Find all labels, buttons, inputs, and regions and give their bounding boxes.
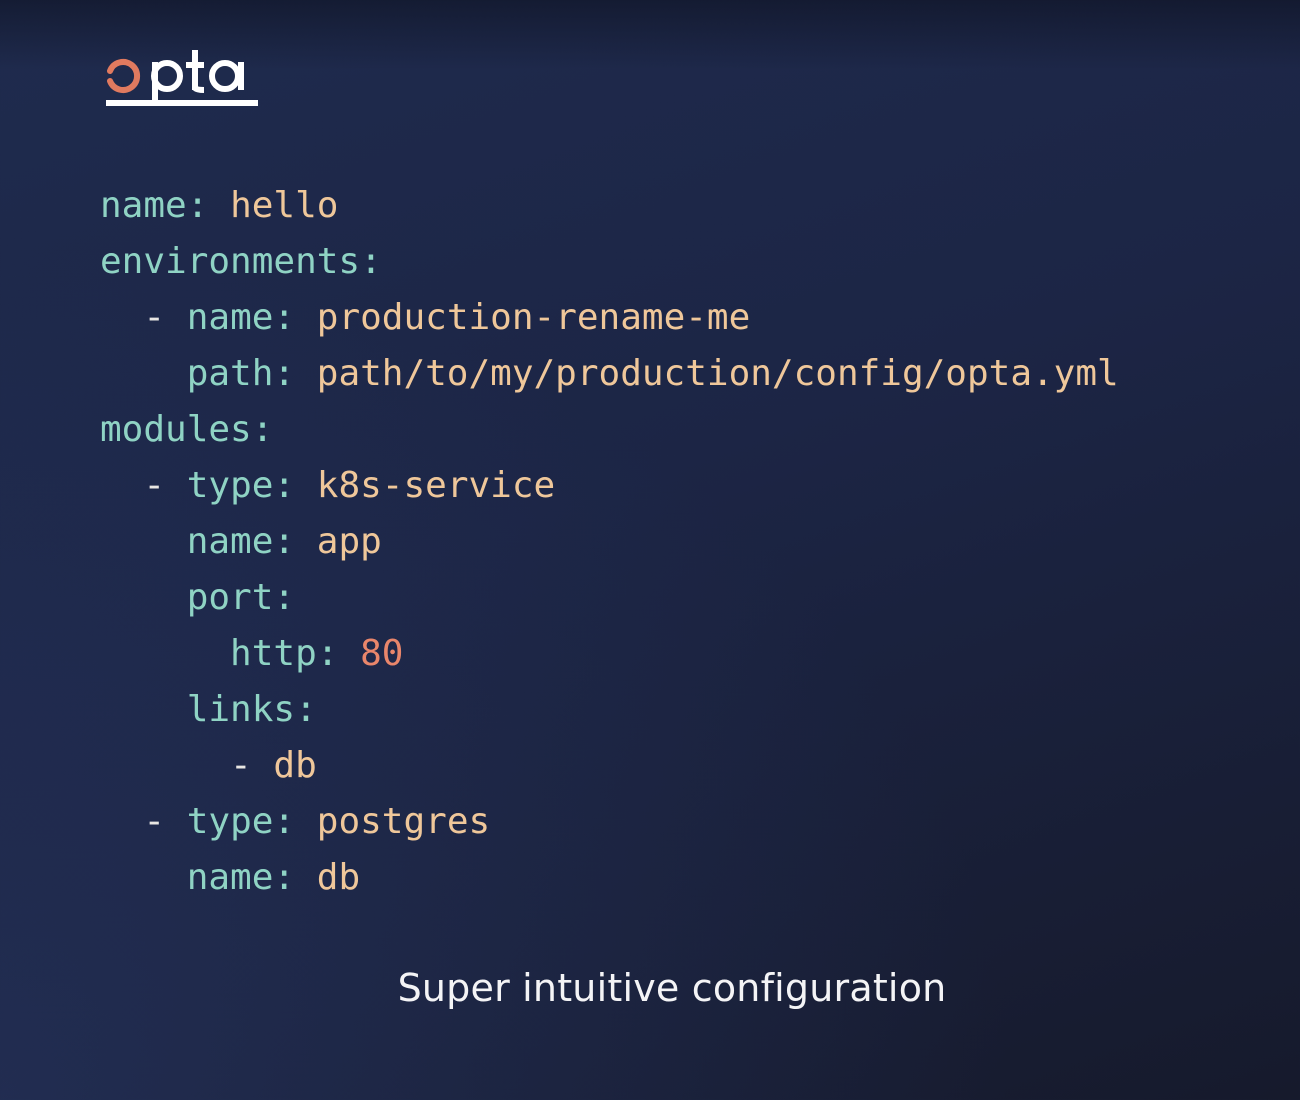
yaml-key: port: [186, 577, 296, 618]
yaml-key: name: [186, 857, 296, 898]
code-line: environments: [100, 234, 1119, 290]
code-line: name: db [100, 850, 1119, 906]
code-line: modules: [100, 402, 1119, 458]
yaml-key: name: [186, 297, 296, 338]
yaml-key: type: [186, 465, 296, 506]
list-dash: - [143, 297, 187, 338]
yaml-value: 80 [360, 633, 404, 674]
opta-logo: opta [104, 44, 258, 106]
code-line: - name: production-rename-me [100, 290, 1119, 346]
code-line: - db [100, 738, 1119, 794]
yaml-key: path: [186, 353, 296, 394]
yaml-key: name: [100, 185, 209, 226]
code-line: - type: k8s-service [100, 458, 1119, 514]
yaml-value: app [316, 521, 382, 562]
config-code-block: name: hello environments: - name: product… [100, 178, 1119, 906]
yaml-value: k8s-service [316, 465, 556, 506]
code-line: name: app [100, 514, 1119, 570]
list-dash: - [143, 801, 187, 842]
yaml-key: environments: [100, 241, 382, 282]
yaml-key: http: [230, 633, 339, 674]
code-line: links: [100, 682, 1119, 738]
yaml-value: production-rename-me [316, 297, 751, 338]
yaml-value: db [316, 857, 361, 898]
caption-text: Super intuitive configuration [397, 966, 947, 1010]
yaml-value: postgres [316, 801, 491, 842]
yaml-value: hello [230, 185, 339, 226]
yaml-key: links: [186, 689, 317, 730]
list-dash: - [230, 745, 274, 786]
yaml-value: path/to/my/production/config/opta.yml [316, 353, 1119, 394]
yaml-key: modules: [100, 409, 274, 450]
code-line: port: [100, 570, 1119, 626]
yaml-key: type: [186, 801, 296, 842]
code-line: http: 80 [100, 626, 1119, 682]
code-line: name: hello [100, 178, 1119, 234]
yaml-value: db [273, 745, 317, 786]
list-dash: - [143, 465, 187, 506]
code-line: - type: postgres [100, 794, 1119, 850]
code-line: path: path/to/my/production/config/opta.… [100, 346, 1119, 402]
logo-text: opta [104, 44, 106, 45]
yaml-key: name: [186, 521, 296, 562]
